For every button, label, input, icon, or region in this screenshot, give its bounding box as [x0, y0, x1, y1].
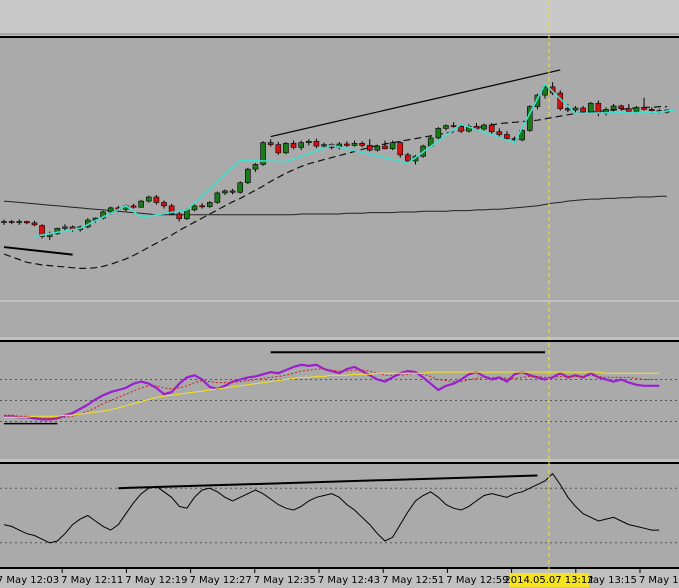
candle-body — [153, 196, 160, 203]
chart-canvas[interactable]: 7 May 12:03 7 May 12:11 7 May 12:19 7 May 1… — [0, 0, 679, 588]
candle-body — [252, 164, 259, 170]
time-tick-label: 7 May 12:59 — [446, 575, 508, 586]
candle-body — [267, 142, 274, 145]
candle-body — [107, 207, 114, 213]
time-tick-label: 7 May 12:03 — [0, 575, 59, 586]
candle-body — [138, 200, 144, 208]
candle-body — [366, 145, 373, 151]
candle-body — [641, 107, 647, 110]
candle-body — [458, 126, 465, 132]
candle-body — [382, 145, 388, 150]
window-top-strip — [0, 0, 679, 34]
candle-body — [389, 142, 396, 150]
candle-body — [245, 168, 251, 184]
candle-body — [481, 124, 487, 130]
candle[interactable] — [260, 141, 266, 166]
candle-body — [405, 154, 411, 162]
trading-chart[interactable]: 7 May 12:03 7 May 12:11 7 May 12:19 7 May 1… — [0, 0, 679, 588]
candle-body — [275, 144, 282, 154]
candle-body — [298, 142, 304, 148]
candle-body — [206, 202, 213, 207]
candle[interactable] — [39, 224, 45, 239]
candle-body — [450, 125, 457, 127]
candle[interactable] — [138, 199, 144, 208]
time-tick-label: 7 May 13:23 — [639, 575, 679, 586]
candle-body — [16, 221, 23, 223]
time-tick-label: 7 May 12:43 — [318, 575, 380, 586]
candle-body — [610, 105, 617, 110]
candle-body — [1, 221, 7, 223]
candle-body — [8, 221, 15, 223]
candle-body — [344, 143, 350, 146]
candle-body — [626, 108, 632, 112]
candle-body — [587, 102, 594, 113]
candle-body — [199, 205, 205, 208]
candle[interactable] — [587, 101, 594, 114]
candle-body — [222, 190, 228, 194]
candle-body — [305, 140, 312, 143]
candle-body — [24, 221, 30, 224]
candle-body — [595, 102, 602, 114]
candle-body — [161, 202, 167, 207]
candle-body — [184, 209, 190, 220]
chart-frame — [0, 0, 679, 588]
candle-body — [176, 213, 183, 220]
candle-body — [648, 109, 655, 112]
candle-body — [321, 144, 327, 147]
candle-body — [290, 143, 297, 148]
candle-body — [214, 192, 221, 203]
candle-body — [237, 182, 244, 193]
candle-body — [504, 134, 510, 139]
candle-body — [580, 107, 586, 113]
candle-body — [145, 196, 152, 202]
candle-body — [191, 205, 198, 211]
candle-body — [62, 226, 68, 229]
candle-body — [443, 125, 449, 129]
candle-body — [397, 142, 404, 156]
time-tick-label: 7 May 12:19 — [125, 575, 187, 586]
candle-body — [435, 128, 442, 139]
panel-bg-1 — [0, 38, 679, 337]
candle-body — [633, 107, 640, 112]
candle[interactable] — [397, 141, 404, 158]
candle-body — [31, 222, 38, 226]
time-tick-label: 7 May 12:35 — [254, 575, 316, 586]
candle-body — [351, 143, 358, 146]
panel-bg-3 — [0, 464, 679, 567]
candle-body — [572, 107, 579, 111]
time-tick-label: 7 May 12:11 — [61, 575, 123, 586]
candle[interactable] — [283, 141, 289, 155]
candle-body — [130, 205, 137, 208]
candle-body — [496, 131, 503, 135]
crosshair-time-label: 2014.05.07 13:12 — [504, 575, 593, 586]
candle-body — [618, 105, 625, 109]
candle[interactable] — [214, 191, 221, 204]
candle-body — [488, 124, 495, 133]
candle-body — [283, 143, 289, 154]
candle[interactable] — [245, 167, 251, 185]
candle-body — [313, 140, 320, 147]
candle-body — [374, 145, 381, 151]
candle-body — [359, 143, 365, 146]
time-tick-label: 7 May 12:27 — [189, 575, 251, 586]
candle[interactable] — [435, 127, 442, 140]
candle-body — [229, 190, 236, 193]
candle[interactable] — [237, 181, 244, 194]
time-tick-label: 7 May 12:51 — [382, 575, 444, 586]
